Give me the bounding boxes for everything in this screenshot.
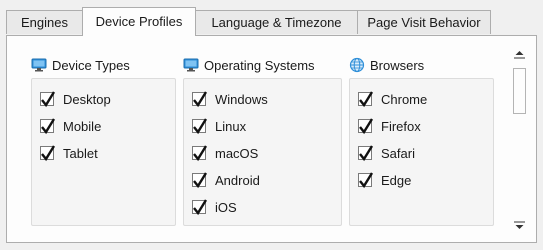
checkbox-label: Mobile: [63, 118, 102, 134]
checkbox-label: iOS: [215, 199, 237, 215]
checkbox-box[interactable]: [358, 118, 374, 135]
checkbox-chrome[interactable]: Chrome: [358, 89, 427, 109]
checkbox-box[interactable]: [358, 145, 374, 162]
vertical-scrollbar[interactable]: [511, 46, 528, 234]
scroll-down-button[interactable]: [511, 220, 528, 234]
checkbox-label: macOS: [215, 145, 259, 161]
operating-systems-header: Operating Systems: [183, 54, 342, 76]
checkbox-macos[interactable]: macOS: [192, 143, 258, 163]
checkbox-windows[interactable]: Windows: [192, 89, 268, 109]
checkbox-label: Windows: [215, 91, 268, 107]
checkbox-label: Android: [215, 172, 260, 188]
checkbox-label: Tablet: [63, 145, 98, 161]
tab-page-visit-behavior[interactable]: Page Visit Behavior: [357, 10, 491, 34]
tab-language-timezone[interactable]: Language & Timezone: [195, 10, 358, 34]
browsers-header: Browsers: [349, 54, 494, 76]
scroll-thumb[interactable]: [513, 68, 526, 114]
checkbox-box[interactable]: [358, 91, 374, 108]
checkbox-label: Safari: [381, 145, 415, 161]
checkbox-label: Chrome: [381, 91, 428, 107]
tab-engines[interactable]: Engines: [6, 10, 83, 34]
tab-strip: Engines Device Profiles Language & Timez…: [6, 7, 537, 36]
checkbox-linux[interactable]: Linux: [192, 116, 246, 136]
device-types-title: Device Types: [52, 57, 130, 73]
browsers-title: Browsers: [370, 57, 425, 73]
arrow-down-icon: [514, 221, 525, 229]
checkbox-desktop[interactable]: Desktop: [40, 89, 111, 109]
operating-systems-title: Operating Systems: [204, 57, 315, 73]
checkbox-box[interactable]: [358, 172, 374, 189]
checkbox-tablet[interactable]: Tablet: [40, 143, 98, 163]
operating-systems-box: Windows Linux macOS Android iOS: [183, 78, 342, 226]
checkbox-box[interactable]: [40, 118, 56, 135]
checkbox-label: Firefox: [381, 118, 421, 134]
device-profiles-panel: Device Types Desktop Mobile Tablet Opera…: [6, 35, 537, 243]
checkbox-box[interactable]: [192, 199, 208, 216]
checkbox-ios[interactable]: iOS: [192, 197, 237, 217]
checkbox-box[interactable]: [192, 172, 208, 189]
globe-icon: [349, 57, 365, 73]
checkbox-firefox[interactable]: Firefox: [358, 116, 421, 136]
scroll-up-button[interactable]: [511, 46, 528, 60]
tab-device-profiles[interactable]: Device Profiles: [82, 7, 196, 36]
checkbox-box[interactable]: [40, 91, 56, 108]
browsers-box: Chrome Firefox Safari Edge: [349, 78, 494, 226]
checkbox-mobile[interactable]: Mobile: [40, 116, 101, 136]
browsers-group: Browsers Chrome Firefox Safari Edge: [349, 54, 494, 226]
checkbox-box[interactable]: [192, 145, 208, 162]
arrow-up-icon: [514, 51, 525, 59]
checkbox-android[interactable]: Android: [192, 170, 260, 190]
checkbox-label: Desktop: [63, 91, 111, 107]
operating-systems-group: Operating Systems Windows Linux macOS An…: [183, 54, 342, 226]
checkbox-safari[interactable]: Safari: [358, 143, 415, 163]
device-types-box: Desktop Mobile Tablet: [31, 78, 176, 226]
checkbox-box[interactable]: [192, 118, 208, 135]
monitor-icon: [183, 57, 199, 73]
checkbox-edge[interactable]: Edge: [358, 170, 411, 190]
checkbox-label: Linux: [215, 118, 247, 134]
device-types-group: Device Types Desktop Mobile Tablet: [31, 54, 176, 226]
checkbox-box[interactable]: [40, 145, 56, 162]
monitor-icon: [31, 57, 47, 73]
checkbox-label: Edge: [381, 172, 412, 188]
checkbox-box[interactable]: [192, 91, 208, 108]
device-types-header: Device Types: [31, 54, 176, 76]
